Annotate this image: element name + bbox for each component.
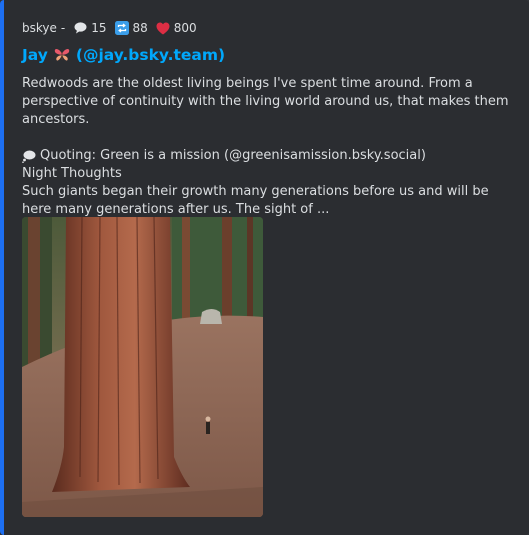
repost-icon [114,21,129,35]
embed-title-link[interactable]: Jay (@jay.bsky.team) [22,46,225,64]
butterfly-icon [54,47,70,63]
author-name[interactable]: bskye [22,21,57,35]
embed-author-row: bskye - 15 88 800 [22,18,197,38]
quote-header: Quoting: Green is a mission (@greenisami… [22,147,514,165]
likes-stat: 800 [156,21,197,35]
quote-title: Night Thoughts [22,166,122,181]
title-name[interactable]: Jay [22,46,48,64]
bsky-embed: bskye - 15 88 800 Jay (@jay.bsky.team) R… [0,0,529,535]
replies-stat: 15 [73,21,107,35]
redwood-photo [22,217,263,517]
embed-description: Redwoods are the oldest living beings I'… [22,75,514,219]
post-text: Redwoods are the oldest living beings I'… [22,76,509,127]
title-handle[interactable]: (@jay.bsky.team) [76,46,225,64]
thought-bubble-icon [22,149,36,163]
heart-icon [156,21,170,35]
speech-bubble-icon [73,21,87,35]
author-separator: - [60,21,66,35]
embed-image[interactable] [22,217,263,517]
reposts-stat: 88 [114,21,148,35]
replies-count: 15 [91,21,107,35]
quote-label: Quoting: Green is a mission (@greenisami… [40,148,426,163]
reposts-count: 88 [132,21,148,35]
quote-text: Such giants began their growth many gene… [22,184,489,217]
likes-count: 800 [173,21,197,35]
